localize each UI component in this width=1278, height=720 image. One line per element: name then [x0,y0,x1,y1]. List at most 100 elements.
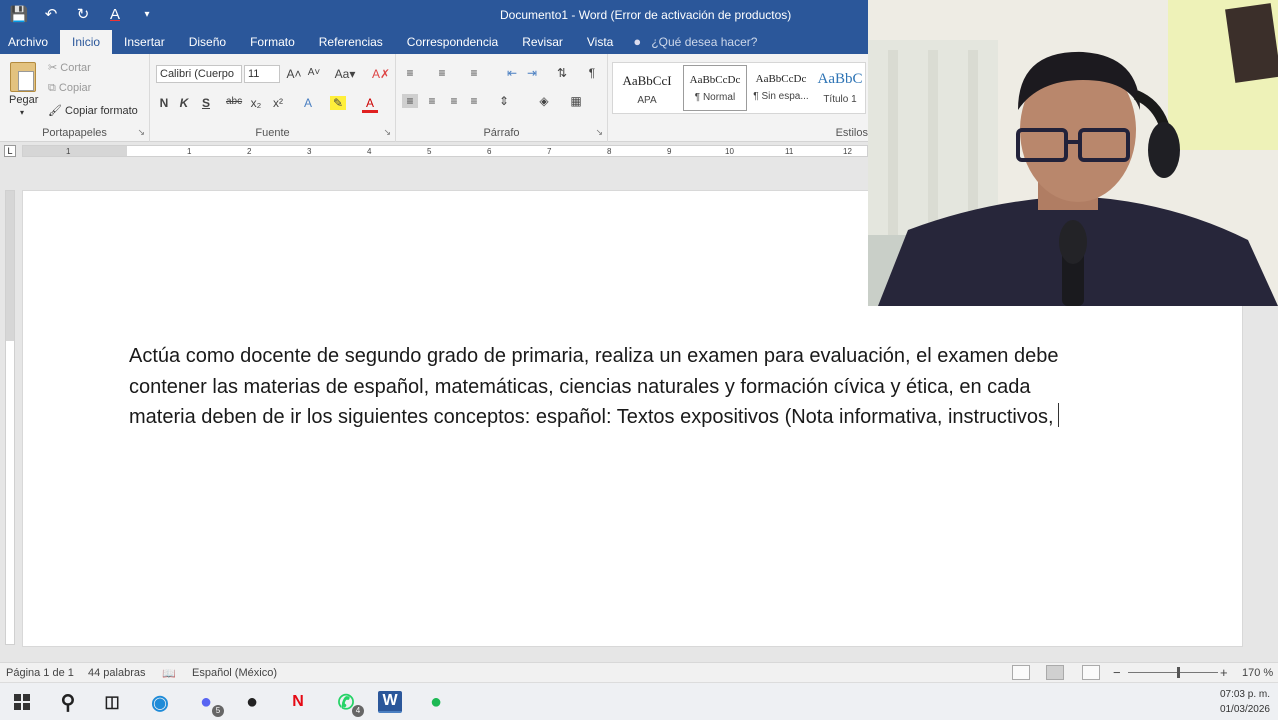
tab-insertar[interactable]: Insertar [112,30,177,54]
clipboard-group-label: Portapapeles [42,127,107,139]
style-sample: AaBbCcDc [689,74,741,86]
document-paragraph[interactable]: Actúa como docente de segundo grado de p… [129,341,1079,433]
tab-selector-icon[interactable]: L [4,145,16,157]
ruler-track[interactable]: 1 1 2 3 4 5 6 7 8 9 10 11 12 [22,145,868,157]
strikethrough-icon[interactable]: abc [226,96,242,107]
tell-me-search[interactable]: ● ¿Qué desea hacer? [625,30,769,54]
spotify-icon[interactable]: ● [424,691,448,713]
change-case-icon[interactable]: Aa▾ [332,67,358,81]
word-count[interactable]: 44 palabras [88,667,146,679]
tab-archivo[interactable]: Archivo [0,30,60,54]
font-size-combo[interactable]: 11 [244,65,280,83]
shading-icon[interactable]: ◈ [536,94,552,108]
customize-icon[interactable]: ▾ [136,4,158,26]
font-color-button-icon[interactable]: A [362,96,378,113]
align-left-icon[interactable]: ≡ [402,94,418,108]
search-icon[interactable]: ⚲ [56,691,80,714]
shrink-font-icon[interactable]: A˅ [306,67,322,78]
align-right-icon[interactable]: ≡ [446,94,462,108]
clear-format-icon[interactable]: A✗ [372,67,390,81]
whatsapp-icon[interactable]: ✆ 4 [334,691,364,717]
tab-revisar[interactable]: Revisar [510,30,575,54]
tab-inicio[interactable]: Inicio [60,30,113,54]
style-normal[interactable]: AaBbCcDc ¶ Normal [683,65,747,111]
paste-icon[interactable] [10,62,36,92]
clock-time: 07:03 p. m. [1219,689,1270,700]
format-painter-button[interactable]: 🖌 Copiar formato [48,104,138,117]
grow-font-icon[interactable]: A˄ [286,67,302,81]
page-count[interactable]: Página 1 de 1 [6,667,74,679]
print-layout-icon[interactable] [1046,665,1064,680]
zoom-slider-track[interactable] [1128,672,1218,673]
app-icon[interactable]: ● [240,691,264,713]
font-color-icon[interactable]: A [104,4,126,26]
ruler-number: 3 [307,147,312,156]
paragraph-launcher-icon[interactable]: ↘ [595,127,603,138]
tab-referencias[interactable]: Referencias [307,30,395,54]
clipboard-group: Pegar ▾ ✂ Cortar ⧉ Copiar 🖌 Copiar forma… [0,54,150,142]
task-view-icon[interactable]: ◫ [100,691,124,713]
system-clock[interactable]: 07:03 p. m. 01/03/2026 [1220,687,1270,717]
line-spacing-icon[interactable]: ⇕ [496,94,512,108]
zoom-out-icon[interactable]: − [1113,665,1121,680]
font-name-combo[interactable]: Calibri (Cuerpo [156,65,242,83]
windows-start-icon[interactable] [10,691,34,713]
paste-button[interactable]: Pegar [9,94,38,106]
redo-icon[interactable]: ↻ [72,4,94,26]
numbering-icon[interactable]: ≡ [434,66,450,80]
paste-dropdown-icon[interactable]: ▾ [20,108,24,117]
zoom-slider-thumb[interactable] [1177,667,1180,678]
tab-correspondencia[interactable]: Correspondencia [395,30,510,54]
style-sample: AaBbCcDc [755,73,807,85]
vertical-ruler[interactable] [5,190,15,645]
edge-icon[interactable]: ◉ [148,691,172,714]
increase-indent-icon[interactable]: ⇥ [524,66,540,80]
underline-icon[interactable]: S [198,96,214,110]
multilevel-list-icon[interactable]: ≡ [466,66,482,80]
cut-button[interactable]: ✂ Cortar [48,61,91,74]
text-effects-icon[interactable]: A [300,96,316,110]
subscript-icon[interactable]: x₂ [248,96,264,110]
style-apa[interactable]: AaBbCcI APA [615,65,679,111]
ruler-number: 8 [607,147,612,156]
bullets-icon[interactable]: ≡ [402,66,418,80]
web-layout-icon[interactable] [1082,665,1100,680]
window-title: Documento1 - Word (Error de activación d… [500,8,792,22]
tell-me-label: ¿Qué desea hacer? [651,35,758,49]
highlight-icon[interactable]: ✎ [330,96,346,110]
discord-icon[interactable]: ● 5 [194,691,224,717]
superscript-icon[interactable]: x² [270,96,286,110]
save-icon[interactable]: 💾 [8,4,30,26]
tab-vista[interactable]: Vista [575,30,625,54]
font-launcher-icon[interactable]: ↘ [383,127,391,138]
tab-diseno[interactable]: Diseño [177,30,238,54]
decrease-indent-icon[interactable]: ⇤ [504,66,520,80]
clipboard-launcher-icon[interactable]: ↘ [137,127,145,138]
paragraph-group-label: Párrafo [483,127,520,139]
copy-button[interactable]: ⧉ Copiar [48,82,91,95]
proofing-icon[interactable]: 📖 [162,667,176,680]
tab-formato[interactable]: Formato [238,30,307,54]
netflix-icon[interactable]: N [286,691,310,713]
italic-icon[interactable]: K [176,96,192,110]
ruler-number: 5 [427,147,432,156]
quick-access-toolbar: 💾 ↶ ↻ A ▾ [8,4,158,26]
read-mode-icon[interactable] [1012,665,1030,680]
bold-icon[interactable]: N [156,96,172,110]
align-center-icon[interactable]: ≡ [424,94,440,108]
copy-label: Copiar [58,82,92,94]
justify-icon[interactable]: ≡ [466,94,482,108]
zoom-in-icon[interactable]: + [1220,665,1228,680]
zoom-level[interactable]: 170 % [1242,667,1273,679]
word-icon[interactable]: W [378,691,402,713]
style-name: ¶ Sin espa... [753,91,809,102]
style-no-spacing[interactable]: AaBbCcDc ¶ Sin espa... [749,65,813,111]
ruler-number: 2 [247,147,252,156]
pilcrow-icon[interactable]: ¶ [584,66,600,80]
undo-icon[interactable]: ↶ [40,4,62,26]
language-indicator[interactable]: Español (México) [192,667,277,679]
borders-icon[interactable]: ▦ [568,94,584,108]
style-heading-1[interactable]: AaBbC Título 1 [815,65,865,111]
clock-date: 01/03/2026 [1219,704,1270,715]
sort-icon[interactable]: ⇅ [554,66,570,80]
